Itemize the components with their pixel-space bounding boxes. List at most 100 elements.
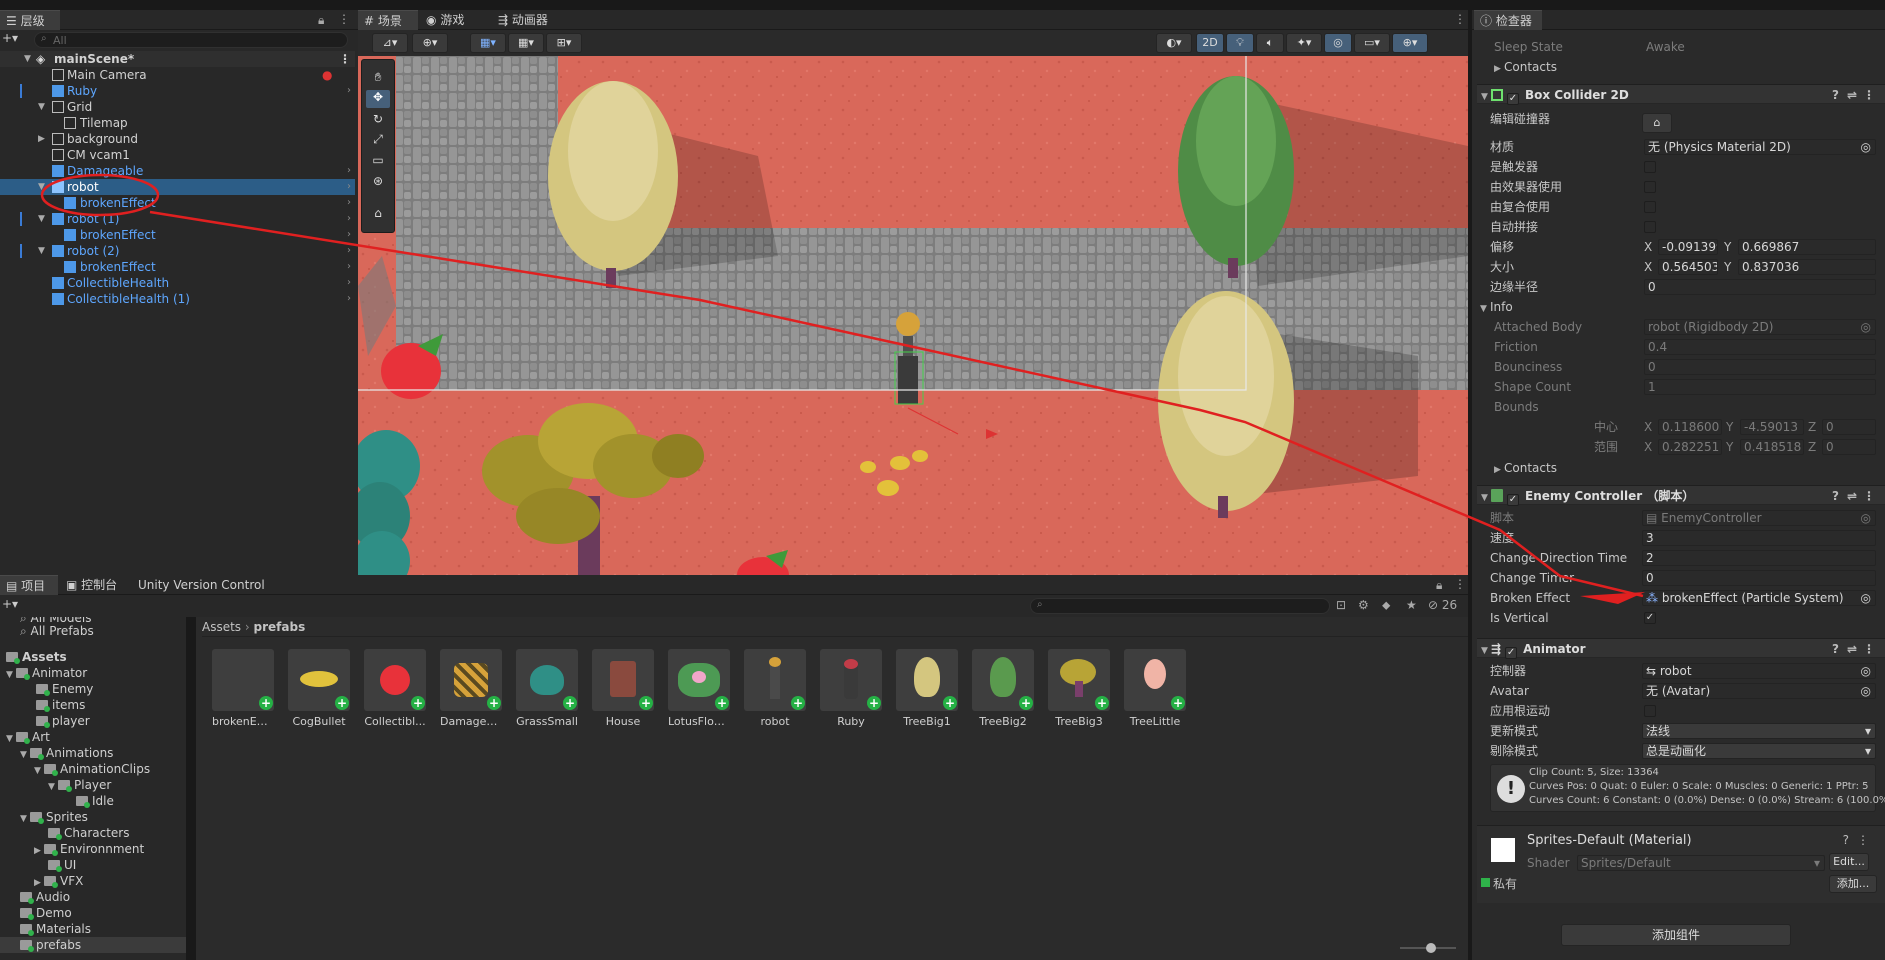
help-icon[interactable]: ? [1832,85,1839,105]
apply-root-motion-checkbox[interactable] [1644,705,1656,717]
more-icon[interactable]: ⋮ [1863,486,1875,506]
more-icon[interactable]: ⋮ [338,12,350,26]
grid-snap-button[interactable]: ▦▾ [470,33,506,53]
more-icon[interactable]: ⋮ [339,51,351,67]
list-item[interactable]: ▼ Animator [6,665,87,681]
asset-item[interactable]: + robot [744,649,806,728]
list-item[interactable]: ▼ Sprites [20,809,88,825]
asset-item[interactable]: + GrassSmall [516,649,578,728]
asset-item[interactable]: + Ruby [820,649,882,728]
search-filter-icon[interactable]: ⊡ [1336,598,1346,612]
preset-icon[interactable]: ⇌ [1847,639,1857,659]
list-item[interactable]: Characters [48,825,130,841]
breadcrumb-item[interactable]: prefabs [254,620,306,634]
lock-icon[interactable]: 🔒︎ [318,13,324,28]
more-icon[interactable]: ⋮ [1857,833,1869,847]
offset-y-field[interactable]: 0.669867 [1738,239,1876,255]
material-field[interactable]: 无 (Physics Material 2D) ◎ [1644,139,1876,155]
more-icon[interactable]: ⋮ [1454,577,1466,591]
create-button[interactable]: +▾ [2,597,18,611]
enabled-checkbox[interactable]: ✓ [1507,93,1519,105]
tab-game[interactable]: ◉ 游戏 [420,10,480,30]
add-object-button[interactable]: +▾ [2,31,18,45]
box-collider-header[interactable]: ▼ ✓ Box Collider 2D ? ⇌ ⋮ [1477,84,1885,105]
preset-icon[interactable]: ⇌ [1847,85,1857,105]
list-item[interactable]: Materials [20,921,91,937]
lock-icon[interactable]: 🔒︎ [1436,578,1442,593]
asset-item[interactable]: + TreeBig3 [1048,649,1110,728]
contacts-foldout[interactable]: ▶ Contacts [1494,59,1884,76]
list-item[interactable]: Tilemap [0,115,355,131]
help-icon[interactable]: ? [1843,833,1849,847]
asset-item[interactable]: + CogBullet [288,649,350,728]
auto-tiling-checkbox[interactable] [1644,221,1656,233]
target-icon[interactable]: ◎ [1861,140,1871,154]
help-icon[interactable]: ? [1832,486,1839,506]
update-mode-select[interactable]: 法线 ▾ [1642,723,1876,739]
list-item[interactable]: Idle [76,793,114,809]
hidden-count[interactable]: ⊘ 26 [1428,598,1457,612]
list-item[interactable]: brokenEffect › [0,195,355,211]
effects-icon[interactable]: ✦▾ [1286,33,1322,53]
list-item[interactable]: Enemy [36,681,93,697]
shading-button[interactable]: ◐▾ [1156,33,1192,53]
asset-item[interactable]: + House [592,649,654,728]
edit-collider-button[interactable]: ⌂ [1642,113,1672,133]
hierarchy-search-input[interactable]: ⌕ All [34,32,348,48]
breadcrumb-item[interactable]: Assets [202,620,241,634]
list-item[interactable]: CM vcam1 [0,147,355,163]
used-by-effector-checkbox[interactable] [1644,181,1656,193]
list-item[interactable]: player [36,713,90,729]
scale-tool-icon[interactable]: ⤢ [366,132,390,150]
asset-item[interactable]: + LotusFlower [668,649,730,728]
camera-icon[interactable]: ▭▾ [1354,33,1390,53]
size-y-field[interactable]: 0.837036 [1738,259,1876,275]
list-item-selected[interactable]: ▼ robot › [0,179,355,195]
tab-inspector[interactable]: ⓘ 检查器 [1474,10,1542,30]
list-item-selected[interactable]: prefabs [0,937,186,953]
list-item[interactable]: Assets [6,649,67,665]
hand-tool-icon[interactable]: ✋︎ [366,70,390,88]
list-item[interactable]: CollectibleHealth (1) › [0,291,355,307]
controller-field[interactable]: ⇆ robot ◎ [1642,663,1876,679]
preset-icon[interactable]: ⇌ [1847,486,1857,506]
change-timer-field[interactable]: 0 [1642,570,1876,586]
list-item[interactable]: items [36,697,85,713]
list-item[interactable]: Ruby › [0,83,355,99]
star-icon[interactable]: ★ [1406,598,1417,612]
list-item[interactable]: ▶ background [0,131,355,147]
rotate-tool-icon[interactable]: ↻ [366,112,390,130]
broken-effect-field[interactable]: ⁂ brokenEffect (Particle System) ◎ [1642,590,1876,606]
edge-radius-field[interactable]: 0 [1644,279,1876,295]
enemy-controller-header[interactable]: ▼ ✓ Enemy Controller （脚本） ? ⇌ ⋮ [1477,485,1885,506]
tab-version-control[interactable]: Unity Version Control [132,575,272,595]
asset-item[interactable]: +brokenEffe... [212,649,274,728]
more-icon[interactable]: ⋮ [1863,639,1875,659]
list-item[interactable]: Demo [20,905,72,921]
list-item[interactable]: Audio [20,889,70,905]
offset-x-field[interactable]: -0.091399 [1658,239,1718,255]
label-icon[interactable]: ⬥ [1382,598,1390,613]
culling-mode-select[interactable]: 总是动画化 ▾ [1642,743,1876,759]
change-direction-time-field[interactable]: 2 [1642,550,1876,566]
asset-item[interactable]: + TreeBig2 [972,649,1034,728]
zoom-slider[interactable] [1400,943,1456,953]
used-by-composite-checkbox[interactable] [1644,201,1656,213]
material-title[interactable]: Sprites-Default (Material) [1527,833,1692,848]
private-checkbox[interactable] [1481,878,1490,887]
list-item[interactable]: ▼ Art [6,729,50,745]
list-item[interactable]: ▼ AnimationClips [34,761,150,777]
info-foldout[interactable]: ▼ Info [1480,299,1870,316]
list-item[interactable]: ▼ Player [48,777,111,793]
target-icon[interactable]: ◎ [1861,591,1871,605]
gizmos-icon[interactable]: ⊕▾ [1392,33,1428,53]
list-item[interactable]: ▼ robot (2) › [0,243,355,259]
avatar-field[interactable]: 无 (Avatar) ◎ [1642,683,1876,699]
tab-project[interactable]: ▤ 项目 [0,575,58,595]
tab-hierarchy[interactable]: ☰ 层级 [0,10,60,30]
list-item[interactable]: brokenEffect › [0,259,355,275]
scene-root[interactable]: ▼ ◈ mainScene* ⋮ [0,51,355,67]
move-tool-icon[interactable]: ✥ [366,90,390,108]
enabled-checkbox[interactable]: ✓ [1507,494,1519,506]
list-item[interactable]: brokenEffect › [0,227,355,243]
